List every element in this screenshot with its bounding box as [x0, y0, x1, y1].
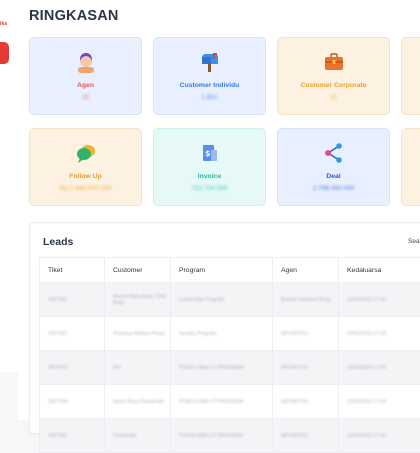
column-header-agen[interactable]: Agen — [273, 258, 339, 283]
card-customer-corporate[interactable]: Customer Corporate 11 — [277, 37, 390, 115]
table-row[interactable]: 2007004 Ayuni Maya Perkamdiv PONOLOMA LI… — [40, 385, 420, 419]
card-label: Agen — [30, 82, 141, 89]
cell-customer: Net — [113, 365, 121, 371]
card-label: Invoice — [154, 173, 265, 180]
card-label: Customer Corporate — [278, 82, 389, 89]
cell-agen: Budiati Febriana Rosa — [281, 297, 330, 303]
cell-agen: ARYANTOS — [281, 365, 308, 371]
card-partial-top[interactable] — [401, 37, 420, 115]
table-header-row: Tiket Customer Program Agen Kedaluarsa — [40, 258, 420, 283]
cell-customer: Ayuni Maya Perkamdiv — [113, 399, 164, 405]
column-header-kedaluarsa[interactable]: Kedaluarsa — [339, 258, 420, 283]
card-label: Follow Up — [30, 173, 141, 180]
card-value: 11 — [278, 94, 389, 101]
table-row[interactable]: 2007003 Net PONOLOMA LIT PROGRAM ARYANTO… — [40, 351, 420, 385]
card-follow-up[interactable]: Follow Up Rp 1.660.650.000 — [29, 128, 142, 206]
mailbox-icon — [154, 51, 265, 73]
column-header-customer[interactable]: Customer — [105, 258, 171, 283]
cell-kedaluarsa: 10/01/2023 17:24 — [347, 399, 386, 405]
share-nodes-icon — [278, 142, 389, 164]
cell-tiket: 2007004 — [48, 399, 67, 405]
chat-bubbles-icon — [30, 142, 141, 164]
card-label: Deal — [278, 173, 389, 180]
card-deal[interactable]: Deal 2.798.050.000 — [277, 128, 390, 206]
table-row[interactable]: 2007001 Rachel Mary Andy 1904 Andy Leade… — [40, 283, 420, 317]
leads-panel: Leads Sea Tiket Customer Program Agen Ke… — [29, 222, 420, 434]
card-customer-individu[interactable]: Customer Individu 1.851 — [153, 37, 266, 115]
card-value: 722.700.000 — [154, 185, 265, 192]
card-value: 2.798.050.000 — [278, 185, 389, 192]
leads-table: Tiket Customer Program Agen Kedaluarsa 2… — [39, 257, 420, 453]
card-value: 1.851 — [154, 94, 265, 101]
cell-kedaluarsa: 10/01/2023 17:24 — [347, 433, 386, 439]
cell-program: Sunday Program — [179, 331, 217, 337]
table-row[interactable]: 2007002 Prasetya Baktiyo Prayo Sunday Pr… — [40, 317, 420, 351]
table-row[interactable]: 2007005 Perkamdiv PONOLOMA LIT PROGRAM A… — [40, 419, 420, 453]
cell-tiket: 2007001 — [48, 297, 67, 303]
cell-agen: ARYANTOS — [281, 399, 308, 405]
cell-tiket: 2007005 — [48, 433, 67, 439]
briefcase-icon — [278, 51, 389, 73]
card-partial-bottom[interactable] — [401, 128, 420, 206]
card-value: 15 — [30, 94, 141, 101]
cell-program: PONOLOMA LIT PROGRAM — [179, 433, 243, 439]
cell-program: PONOLOMA LIT PROGRAM — [179, 365, 243, 371]
card-invoice[interactable]: $ Invoice 722.700.000 — [153, 128, 266, 206]
sidebar-active-item[interactable] — [0, 42, 9, 64]
cell-kedaluarsa: 10/01/2023 17:24 — [347, 297, 386, 303]
cell-program: Leadership Program — [179, 297, 224, 303]
cell-tiket: 2007002 — [48, 331, 67, 337]
cell-agen: ARYANTOS — [281, 331, 308, 337]
sidebar-brand-text: iks — [0, 21, 7, 27]
invoice-icon: $ — [154, 142, 265, 164]
see-all-link[interactable]: Sea — [408, 238, 420, 245]
column-header-tiket[interactable]: Tiket — [40, 258, 105, 283]
cell-program: PONOLOMA LIT PROGRAM — [179, 399, 243, 405]
cell-customer: Prasetya Baktiyo Prayo — [113, 331, 165, 337]
user-avatar-icon — [30, 51, 141, 73]
cell-kedaluarsa: 10/01/2023 17:24 — [347, 331, 386, 337]
sidebar: iks — [0, 0, 19, 372]
card-label: Customer Individu — [154, 82, 265, 89]
cell-customer: Perkamdiv — [113, 433, 137, 439]
cell-agen: ARYANTOS — [281, 433, 308, 439]
card-value: Rp 1.660.650.000 — [30, 185, 141, 192]
column-header-program[interactable]: Program — [171, 258, 273, 283]
cell-customer: Rachel Mary Andy 1904 Andy — [113, 294, 166, 306]
leads-title: Leads — [43, 236, 73, 248]
page-title: RINGKASAN — [29, 8, 119, 24]
main-content: RINGKASAN Agen 15 Customer Individu 1.85… — [18, 0, 420, 420]
svg-text:$: $ — [205, 149, 211, 158]
cell-kedaluarsa: 10/01/2023 17:24 — [347, 365, 386, 371]
cell-tiket: 2007003 — [48, 365, 67, 371]
card-agen[interactable]: Agen 15 — [29, 37, 142, 115]
